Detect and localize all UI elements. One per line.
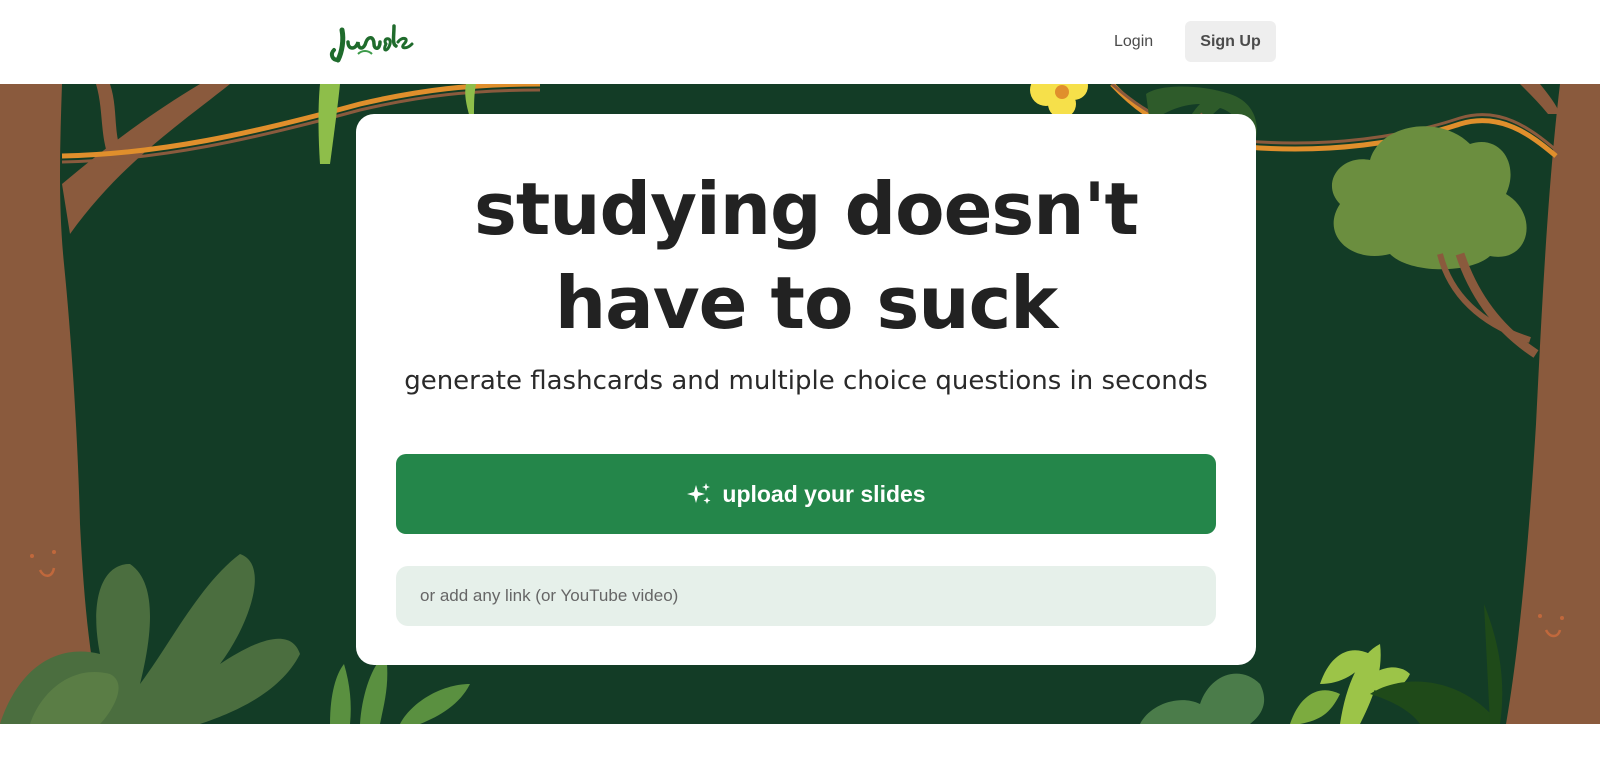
- jungle-logo[interactable]: [328, 16, 414, 66]
- login-link[interactable]: Login: [1100, 21, 1167, 62]
- signup-button[interactable]: Sign Up: [1185, 21, 1276, 62]
- hero-banner: studying doesn't have to suck generate f…: [0, 84, 1600, 724]
- headline-line-1: studying doesn't: [474, 167, 1139, 251]
- top-navbar: Login Sign Up: [0, 0, 1600, 84]
- upload-slides-label: upload your slides: [722, 480, 926, 507]
- upload-slides-button[interactable]: upload your slides: [396, 454, 1216, 534]
- hero-card: studying doesn't have to suck generate f…: [356, 114, 1256, 665]
- hero-subline: generate flashcards and multiple choice …: [404, 366, 1208, 396]
- hero-headline: studying doesn't have to suck: [356, 162, 1256, 350]
- jungle-logo-icon: [329, 24, 414, 63]
- sparkle-icon: [687, 483, 711, 504]
- link-input[interactable]: [396, 566, 1216, 626]
- headline-line-2: have to suck: [554, 261, 1058, 345]
